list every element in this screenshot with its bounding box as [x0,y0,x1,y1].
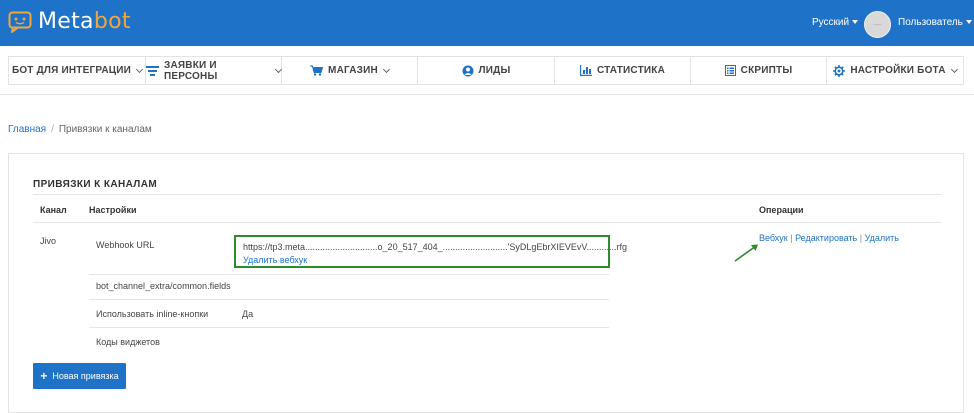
logo-text: Metabot [38,9,131,34]
column-header-operations: Операции [759,205,804,215]
main-nav: БОТ ДЛЯ ИНТЕГРАЦИИ ЗАЯВКИ И ПЕРСОНЫ МАГА… [8,56,964,85]
top-header: Metabot Русский — Пользователь [0,0,974,46]
channel-name: Jivo [40,236,57,246]
nav-label: НАСТРОЙКИ БОТА [850,65,946,76]
ops-separator: | [859,233,863,243]
list-icon [724,65,736,76]
arrow-annotation-icon [734,242,762,267]
new-binding-label: Новая привязка [52,371,119,381]
nav-leads[interactable]: ЛИДЫ [418,57,555,84]
column-header-settings: Настройки [89,205,137,215]
divider [89,327,609,328]
breadcrumb: Главная / Привязки к каналам [8,124,152,135]
nav-label: СТАТИСТИКА [596,65,666,76]
delete-webhook-link[interactable]: Удалить вебхук [243,255,307,265]
edit-link[interactable]: Редактировать [795,233,857,243]
breadcrumb-separator: / [51,124,54,135]
webhook-url: https://tp3.meta........................… [243,242,628,252]
nav-requests[interactable]: ЗАЯВКИ И ПЕРСОНЫ [146,57,283,84]
plus-icon: + [40,369,48,383]
caret-down-icon [965,20,972,24]
nav-label: БОТ ДЛЯ ИНТЕГРАЦИИ [11,65,132,76]
nav-label: СКРИПТЫ [740,65,793,76]
nav-shop[interactable]: МАГАЗИН [282,57,418,84]
cart-icon [310,65,324,76]
chevron-down-icon [275,65,283,73]
nav-label: ЗАЯВКИ И ПЕРСОНЫ [164,59,218,82]
divider [33,194,941,195]
chevron-down-icon [382,65,390,73]
language-select[interactable]: Русский [812,17,859,28]
channel-bindings-panel: ПРИВЯЗКИ К КАНАЛАМ Канал Настройки Опера… [8,153,964,413]
bar-chart-icon [579,65,592,76]
divider [89,274,609,275]
setting-value-inline-buttons: Да [242,309,254,319]
webhook-link[interactable]: Вебхук [759,233,788,243]
divider [89,299,609,300]
column-header-channel: Канал [40,205,67,215]
breadcrumb-current: Привязки к каналам [58,124,152,135]
logo[interactable]: Metabot [8,9,131,34]
nav-statistics[interactable]: СТАТИСТИКА [555,57,691,84]
nav-bot-settings[interactable]: НАСТРОЙКИ БОТА [827,57,963,84]
operations-links: Вебхук | Редактировать | Удалить [759,233,899,243]
setting-label-widget-codes: Коды виджетов [96,337,160,347]
filter-icon [146,65,159,76]
breadcrumb-home-link[interactable]: Главная [8,124,46,135]
nav-bot-integration[interactable]: БОТ ДЛЯ ИНТЕГРАЦИИ [9,57,146,84]
nav-label: ЛИДЫ [478,65,511,76]
panel-title: ПРИВЯЗКИ К КАНАЛАМ [33,179,158,190]
caret-down-icon [852,20,859,24]
setting-label-inline-buttons: Использовать inline-кнопки [96,309,209,319]
nav-scripts[interactable]: СКРИПТЫ [691,57,827,84]
user-menu[interactable]: Пользователь [898,17,972,28]
setting-label-extra-fields: bot_channel_extra/common.fields [96,281,231,291]
new-binding-button[interactable]: + Новая привязка [33,363,126,389]
avatar[interactable]: — [864,11,891,38]
chevron-down-icon [136,65,144,73]
logo-chat-icon [8,11,32,33]
gear-icon [833,64,846,77]
nav-label: МАГАЗИН [328,65,378,76]
divider [0,94,974,95]
chevron-down-icon [950,65,958,73]
setting-label-webhook: Webhook URL [96,240,155,250]
divider [33,222,941,223]
delete-link[interactable]: Удалить [865,233,899,243]
ops-separator: | [790,233,793,243]
webhook-highlight-box: https://tp3.meta........................… [234,235,627,268]
user-circle-icon [462,65,474,77]
